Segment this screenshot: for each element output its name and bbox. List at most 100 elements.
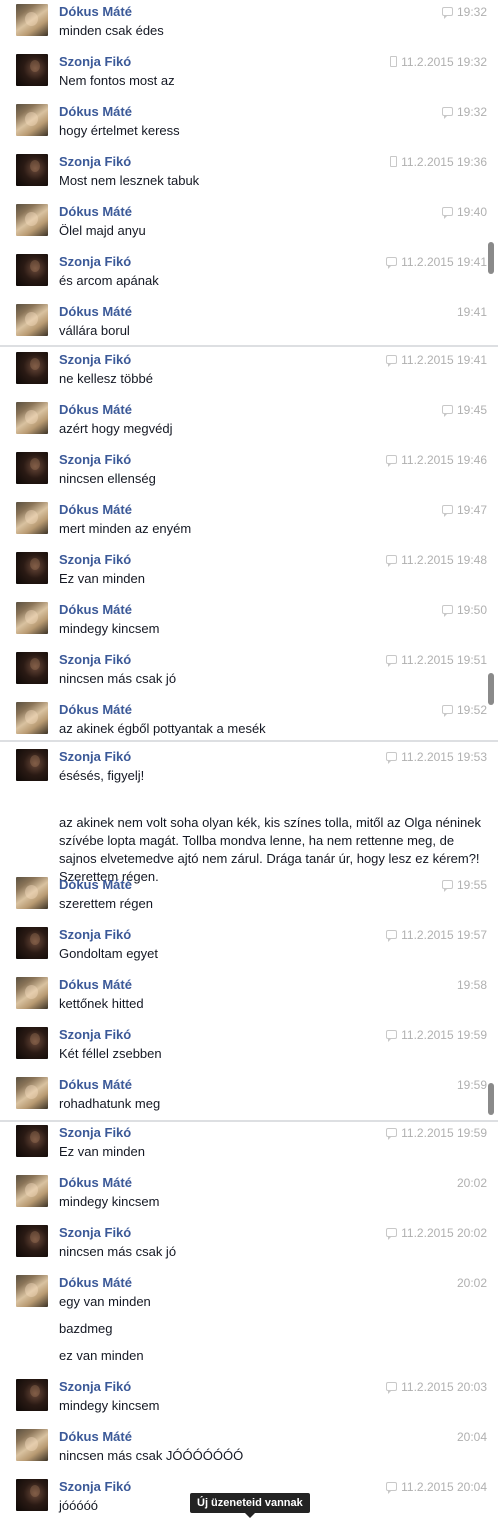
avatar-photo: [25, 985, 38, 999]
avatar[interactable]: [16, 1077, 48, 1109]
avatar-photo: [30, 358, 40, 370]
chat-icon: [386, 654, 398, 667]
timestamp: 19:32: [456, 5, 487, 19]
sender-name[interactable]: Dókus Máté: [59, 1275, 132, 1290]
avatar[interactable]: [16, 254, 48, 286]
message-meta: 19:41: [457, 305, 487, 319]
message-text: kettőnek hitted: [59, 996, 144, 1011]
message-text: hogy értelmet keress: [59, 123, 180, 138]
avatar-photo: [25, 1283, 38, 1297]
timestamp: 11.2.2015 19:36: [401, 155, 487, 169]
avatar[interactable]: [16, 54, 48, 86]
message-text: ez van minden: [59, 1348, 144, 1363]
avatar[interactable]: [16, 749, 48, 781]
sender-name[interactable]: Dókus Máté: [59, 402, 132, 417]
sender-name[interactable]: Dókus Máté: [59, 104, 132, 119]
avatar[interactable]: [16, 1225, 48, 1257]
sender-name[interactable]: Dókus Máté: [59, 602, 132, 617]
avatar[interactable]: [16, 352, 48, 384]
sender-name[interactable]: Szonja Fikó: [59, 1379, 131, 1394]
avatar[interactable]: [16, 1429, 48, 1461]
avatar-photo: [30, 60, 40, 72]
avatar[interactable]: [16, 402, 48, 434]
sender-name[interactable]: Szonja Fikó: [59, 1125, 131, 1140]
message-meta: 11.2.2015 19:46: [386, 453, 487, 467]
avatar[interactable]: [16, 502, 48, 534]
avatar[interactable]: [16, 154, 48, 186]
sender-name[interactable]: Dókus Máté: [59, 1429, 132, 1444]
avatar[interactable]: [16, 652, 48, 684]
message-meta: 19:58: [457, 978, 487, 992]
avatar-photo: [30, 558, 40, 570]
scrollbar-thumb[interactable]: [488, 1083, 494, 1115]
timestamp: 11.2.2015 19:46: [401, 453, 487, 467]
sender-name[interactable]: Szonja Fikó: [59, 1027, 131, 1042]
sender-name[interactable]: Szonja Fikó: [59, 452, 131, 467]
avatar[interactable]: [16, 1479, 48, 1511]
section-divider: [0, 740, 498, 742]
sender-name[interactable]: Dókus Máté: [59, 977, 132, 992]
sender-name[interactable]: Szonja Fikó: [59, 1479, 131, 1494]
sender-name[interactable]: Dókus Máté: [59, 304, 132, 319]
avatar-photo: [30, 1131, 40, 1143]
sender-name[interactable]: Szonja Fikó: [59, 54, 131, 69]
avatar[interactable]: [16, 927, 48, 959]
scrollbar-thumb[interactable]: [488, 242, 494, 274]
timestamp: 20:04: [456, 1430, 487, 1444]
sender-name[interactable]: Dókus Máté: [59, 204, 132, 219]
avatar[interactable]: [16, 977, 48, 1009]
sender-name[interactable]: Szonja Fikó: [59, 352, 131, 367]
avatar-photo: [25, 112, 38, 126]
avatar-photo: [25, 710, 38, 724]
new-messages-tooltip[interactable]: Új üzeneteid vannak: [190, 1493, 310, 1518]
avatar[interactable]: [16, 1275, 48, 1307]
avatar[interactable]: [16, 452, 48, 484]
sender-name[interactable]: Szonja Fikó: [59, 154, 131, 169]
sender-name[interactable]: Dókus Máté: [59, 1175, 132, 1190]
sender-name[interactable]: Szonja Fikó: [59, 749, 131, 764]
avatar[interactable]: [16, 4, 48, 36]
avatar[interactable]: [16, 104, 48, 136]
message-meta: 11.2.2015 19:59: [386, 1028, 487, 1042]
avatar-photo: [30, 933, 40, 945]
sender-name[interactable]: Dókus Máté: [59, 4, 132, 19]
chat-icon: [386, 454, 398, 467]
timestamp: 11.2.2015 19:59: [401, 1126, 487, 1140]
avatar-photo: [30, 1485, 40, 1497]
avatar[interactable]: [16, 602, 48, 634]
timestamp: 11.2.2015 19:57: [401, 928, 487, 942]
sender-name[interactable]: Dókus Máté: [59, 702, 132, 717]
avatar[interactable]: [16, 552, 48, 584]
sender-name[interactable]: Szonja Fikó: [59, 254, 131, 269]
avatar[interactable]: [16, 1125, 48, 1157]
sender-name[interactable]: Szonja Fikó: [59, 552, 131, 567]
sender-name[interactable]: Dókus Máté: [59, 502, 132, 517]
chat-icon: [441, 604, 453, 617]
timestamp: 11.2.2015 20:04: [401, 1480, 487, 1494]
avatar[interactable]: [16, 1379, 48, 1411]
avatar[interactable]: [16, 1027, 48, 1059]
scrollbar-thumb[interactable]: [488, 673, 494, 705]
phone-icon: [390, 55, 398, 67]
sender-name[interactable]: Szonja Fikó: [59, 927, 131, 942]
avatar-photo: [25, 1085, 38, 1099]
message-text: mindegy kincsem: [59, 621, 160, 636]
avatar[interactable]: [16, 304, 48, 336]
avatar[interactable]: [16, 1175, 48, 1207]
sender-name[interactable]: Szonja Fikó: [59, 652, 131, 667]
timestamp: 19:47: [456, 503, 487, 517]
message-text: Gondoltam egyet: [59, 946, 159, 961]
sender-name[interactable]: Dókus Máté: [59, 1077, 132, 1092]
avatar[interactable]: [16, 204, 48, 236]
avatar[interactable]: [16, 702, 48, 734]
chat-icon: [441, 106, 453, 119]
avatar-photo: [30, 160, 40, 172]
message-meta: 11.2.2015 20:04: [386, 1480, 487, 1494]
message-meta: 11.2.2015 19:53: [386, 750, 487, 764]
avatar[interactable]: [16, 877, 48, 909]
sender-name[interactable]: Szonja Fikó: [59, 1225, 131, 1240]
chat-icon: [386, 1029, 398, 1042]
sender-name[interactable]: Dókus Máté: [59, 877, 132, 892]
avatar-photo: [30, 260, 40, 272]
timestamp: 19:41: [456, 305, 487, 319]
